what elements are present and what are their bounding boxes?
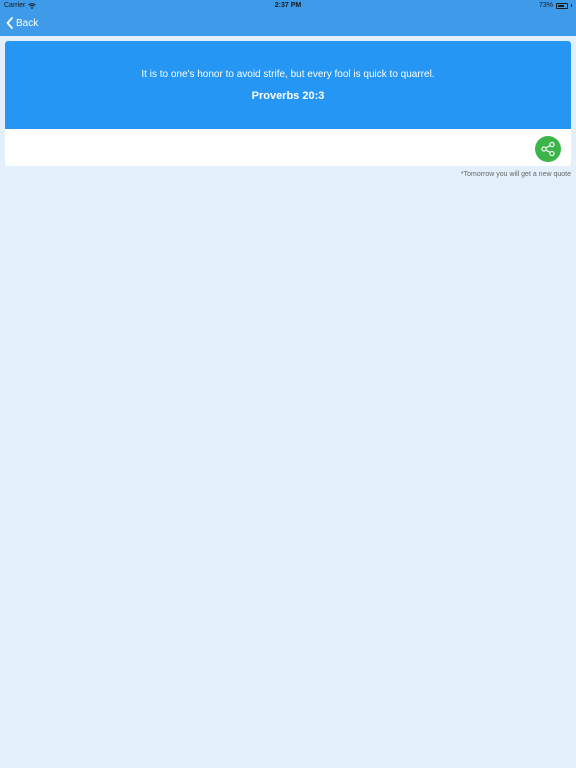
battery-fill <box>558 4 564 7</box>
share-button[interactable] <box>535 136 561 162</box>
quote-reference: Proverbs 20:3 <box>251 90 325 102</box>
quote-card: It is to one's honor to avoid strife, bu… <box>5 41 571 166</box>
chevron-left-icon <box>6 17 13 29</box>
battery-indicator: 73% <box>539 2 572 9</box>
back-label: Back <box>16 17 39 29</box>
share-icon <box>541 141 555 157</box>
quote-panel: It is to one's honor to avoid strife, bu… <box>5 41 571 129</box>
battery-tip <box>571 4 572 7</box>
top-bar: Carrier 2:37 PM 73% Back <box>0 0 576 36</box>
battery-icon <box>556 2 568 9</box>
quote-text: It is to one's honor to avoid strife, bu… <box>141 69 435 80</box>
battery-percent: 73% <box>538 2 553 9</box>
back-button[interactable]: Back <box>6 15 38 31</box>
footnote-text: *Tomorrow you will get a new quote <box>460 171 571 178</box>
status-bar: Carrier 2:37 PM 73% <box>0 0 576 12</box>
status-time: 2:37 PM <box>274 2 302 9</box>
